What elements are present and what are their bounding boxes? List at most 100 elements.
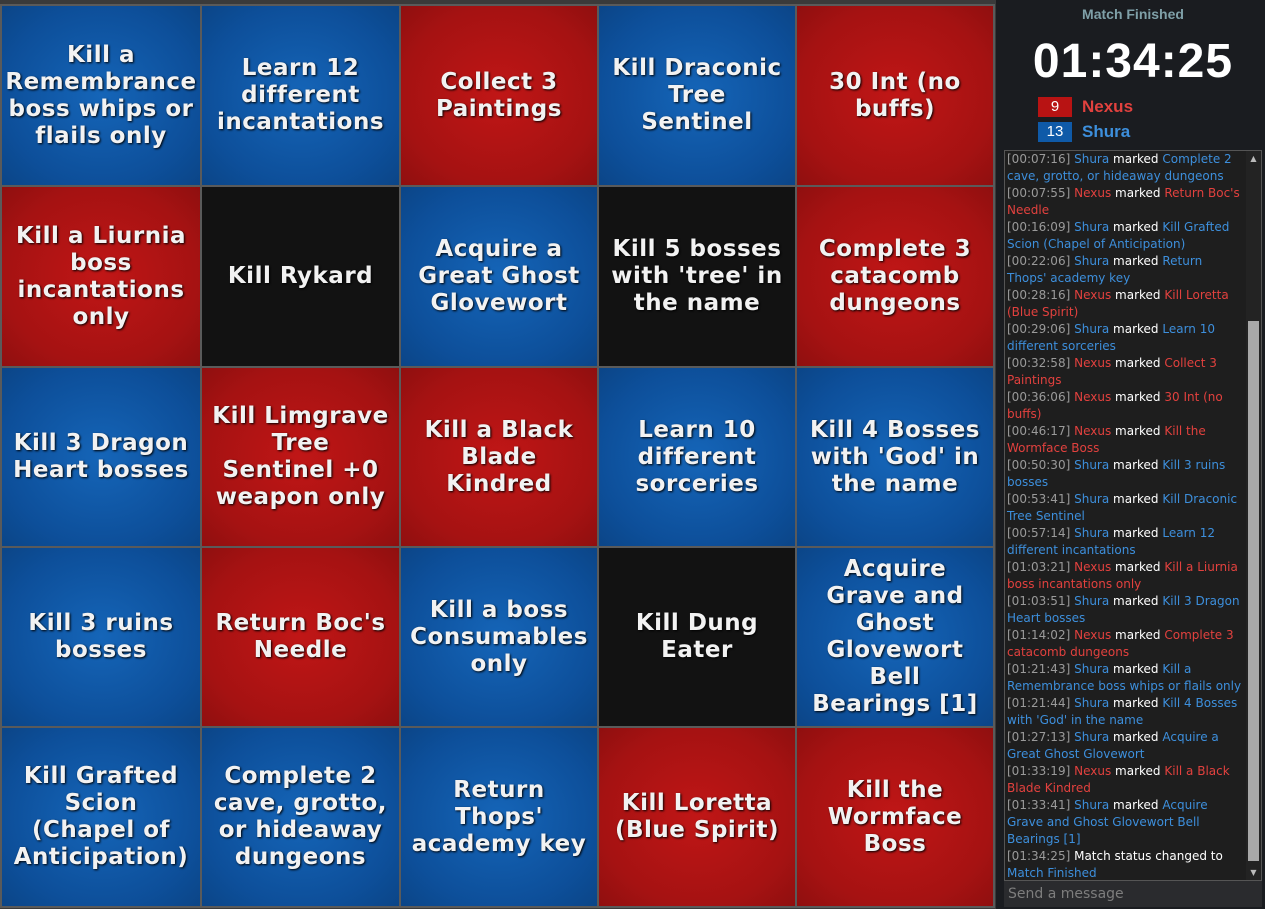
chat-scrollbar[interactable]: ▲ ▼ xyxy=(1246,151,1261,880)
log-player: Nexus xyxy=(1074,390,1112,404)
bingo-cell[interactable]: Learn 10 different sorceries xyxy=(597,366,797,548)
log-player: Nexus xyxy=(1074,356,1112,370)
log-player: Shura xyxy=(1074,696,1110,710)
log-action: marked xyxy=(1113,492,1159,506)
sidebar: Match Finished 01:34:25 9 Nexus 13 Shura… xyxy=(1004,0,1265,909)
log-action: marked xyxy=(1115,628,1161,642)
log-timestamp: [01:27:13] xyxy=(1007,730,1071,744)
message-input[interactable] xyxy=(1004,881,1262,907)
log-timestamp: [01:34:25] xyxy=(1007,849,1071,863)
log-action: marked xyxy=(1115,424,1161,438)
bingo-cell[interactable]: 30 Int (no buffs) xyxy=(795,4,995,187)
bingo-cell[interactable]: Kill a Liurnia boss incantations only xyxy=(0,185,202,368)
log-entry: [01:03:21] Nexus marked Kill a Liurnia b… xyxy=(1007,559,1245,593)
log-entry: [00:57:14] Shura marked Learn 12 differe… xyxy=(1007,525,1245,559)
log-timestamp: [00:53:41] xyxy=(1007,492,1071,506)
log-player: Nexus xyxy=(1074,560,1112,574)
bingo-cell[interactable]: Kill Loretta (Blue Spirit) xyxy=(597,726,797,908)
bingo-cell[interactable]: Return Boc's Needle xyxy=(200,546,401,728)
log-entry: [01:33:19] Nexus marked Kill a Black Bla… xyxy=(1007,763,1245,797)
log-action: marked xyxy=(1113,594,1159,608)
log-objective: Match Finished xyxy=(1007,866,1097,880)
log-player: Shura xyxy=(1074,220,1110,234)
log-action: marked xyxy=(1113,254,1159,268)
log-entry: [01:14:02] Nexus marked Complete 3 catac… xyxy=(1007,627,1245,661)
log-timestamp: [01:14:02] xyxy=(1007,628,1071,642)
log-action: marked xyxy=(1113,798,1159,812)
log-entry: [00:36:06] Nexus marked 30 Int (no buffs… xyxy=(1007,389,1245,423)
bingo-cell[interactable]: Kill Draconic Tree Sentinel xyxy=(597,4,797,187)
log-timestamp: [00:32:58] xyxy=(1007,356,1071,370)
bingo-cell[interactable]: Kill Dung Eater xyxy=(597,546,797,728)
log-timestamp: [00:07:55] xyxy=(1007,186,1071,200)
log-entry: [00:07:55] Nexus marked Return Boc's Nee… xyxy=(1007,185,1245,219)
score-badge: 9 xyxy=(1038,97,1072,117)
chat-log[interactable]: [00:07:16] Shura marked Complete 2 cave,… xyxy=(1004,150,1262,881)
log-action: marked xyxy=(1115,186,1161,200)
log-timestamp: [01:21:44] xyxy=(1007,696,1071,710)
bingo-cell[interactable]: Kill 4 Bosses with 'God' in the name xyxy=(795,366,995,548)
log-player: Shura xyxy=(1074,594,1110,608)
scroll-up-arrow-icon[interactable]: ▲ xyxy=(1246,151,1261,166)
bingo-cell[interactable]: Complete 2 cave, grotto, or hideaway dun… xyxy=(200,726,401,908)
log-action: marked xyxy=(1113,458,1159,472)
bingo-cell[interactable]: Kill 3 Dragon Heart bosses xyxy=(0,366,202,548)
player-name: Nexus xyxy=(1082,97,1134,116)
bingo-cell[interactable]: Complete 3 catacomb dungeons xyxy=(795,185,995,368)
bingo-cell[interactable]: Acquire Grave and Ghost Glovewort Bell B… xyxy=(795,546,995,728)
bingo-board: Kill a Remembrance boss whips or flails … xyxy=(0,0,996,909)
log-entry: [00:50:30] Shura marked Kill 3 ruins bos… xyxy=(1007,457,1245,491)
log-timestamp: [01:03:51] xyxy=(1007,594,1071,608)
bingo-cell[interactable]: Kill the Wormface Boss xyxy=(795,726,995,908)
log-entry: [00:46:17] Nexus marked Kill the Wormfac… xyxy=(1007,423,1245,457)
log-timestamp: [00:07:16] xyxy=(1007,152,1071,166)
scroll-thumb[interactable] xyxy=(1248,321,1259,861)
log-timestamp: [00:16:09] xyxy=(1007,220,1071,234)
log-action: marked xyxy=(1113,220,1159,234)
log-entry: [00:22:06] Shura marked Return Thops' ac… xyxy=(1007,253,1245,287)
log-entry: [00:16:09] Shura marked Kill Grafted Sci… xyxy=(1007,219,1245,253)
bingo-cell[interactable]: Learn 12 different incantations xyxy=(200,4,401,187)
log-action: marked xyxy=(1115,288,1161,302)
bingo-cell[interactable]: Collect 3 Paintings xyxy=(399,4,599,187)
log-timestamp: [01:33:41] xyxy=(1007,798,1071,812)
log-action: marked xyxy=(1113,662,1159,676)
log-player: Shura xyxy=(1074,458,1110,472)
scroll-down-arrow-icon[interactable]: ▼ xyxy=(1246,865,1261,880)
log-player: Shura xyxy=(1074,526,1110,540)
player-name: Shura xyxy=(1082,122,1131,141)
log-action: marked xyxy=(1115,356,1161,370)
bingo-cell[interactable]: Return Thops' academy key xyxy=(399,726,599,908)
log-entry: [01:27:13] Shura marked Acquire a Great … xyxy=(1007,729,1245,763)
log-timestamp: [00:57:14] xyxy=(1007,526,1071,540)
log-entry: [01:33:41] Shura marked Acquire Grave an… xyxy=(1007,797,1245,848)
bingo-cell[interactable]: Kill Rykard xyxy=(200,185,401,368)
log-entry: [01:03:51] Shura marked Kill 3 Dragon He… xyxy=(1007,593,1245,627)
log-action: marked xyxy=(1115,560,1161,574)
log-action: marked xyxy=(1115,764,1161,778)
bingo-cell[interactable]: Kill 5 bosses with 'tree' in the name xyxy=(597,185,797,368)
log-timestamp: [00:29:06] xyxy=(1007,322,1071,336)
log-timestamp: [00:46:17] xyxy=(1007,424,1071,438)
match-timer: 01:34:25 xyxy=(1032,35,1234,88)
bingo-cell[interactable]: Kill Limgrave Tree Sentinel +0 weapon on… xyxy=(200,366,401,548)
log-player: Shura xyxy=(1074,254,1110,268)
bingo-cell[interactable]: Kill Grafted Scion (Chapel of Anticipati… xyxy=(0,726,202,908)
log-player: Shura xyxy=(1074,798,1110,812)
match-status: Match Finished xyxy=(1082,6,1184,22)
log-timestamp: [00:50:30] xyxy=(1007,458,1071,472)
log-player: Nexus xyxy=(1074,764,1112,778)
bingo-cell[interactable]: Kill a Remembrance boss whips or flails … xyxy=(0,4,202,187)
log-timestamp: [01:21:43] xyxy=(1007,662,1071,676)
log-timestamp: [01:03:21] xyxy=(1007,560,1071,574)
log-player: Shura xyxy=(1074,662,1110,676)
bingo-cell[interactable]: Kill 3 ruins bosses xyxy=(0,546,202,728)
log-player: Shura xyxy=(1074,322,1110,336)
log-player: Shura xyxy=(1074,492,1110,506)
bingo-cell[interactable]: Kill a boss Consumables only xyxy=(399,546,599,728)
bingo-cell[interactable]: Acquire a Great Ghost Glovewort xyxy=(399,185,599,368)
bingo-cell[interactable]: Kill a Black Blade Kindred xyxy=(399,366,599,548)
log-action: marked xyxy=(1113,730,1159,744)
log-player: Nexus xyxy=(1074,628,1112,642)
log-entry: [01:21:43] Shura marked Kill a Remembran… xyxy=(1007,661,1245,695)
